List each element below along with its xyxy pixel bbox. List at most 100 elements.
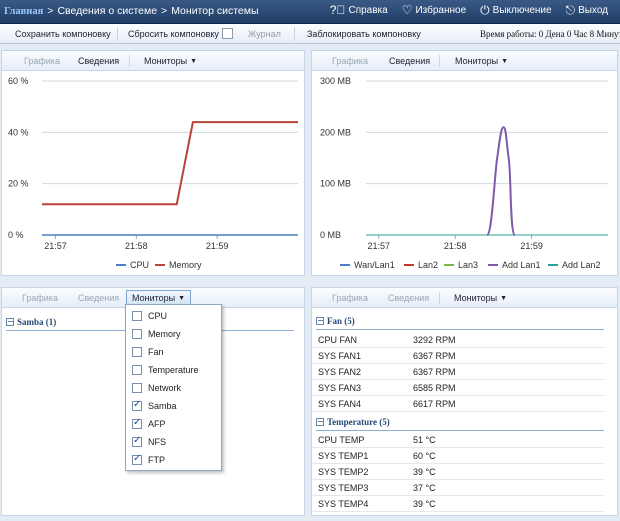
checkbox[interactable] <box>132 311 142 321</box>
panel-tabs: Графика Сведения Мониторы ▼ <box>2 51 304 71</box>
reset-layout-button[interactable]: Сбросить компоновку <box>128 29 219 39</box>
collapse-icon[interactable]: − <box>6 318 14 326</box>
tab-graphics[interactable]: Графика <box>22 293 58 303</box>
tab-monitors-label: Мониторы <box>132 293 176 303</box>
tab-graphics[interactable]: Графика <box>332 293 368 303</box>
panel-tabs: Графика Сведения Мониторы ▼ <box>312 288 617 308</box>
checkbox[interactable] <box>132 399 142 411</box>
favorites-button[interactable]: ♡ Избранное <box>402 4 466 16</box>
tab-monitors[interactable]: Мониторы ▼ <box>454 293 507 303</box>
menu-item-label: NFS <box>148 437 166 447</box>
tab-divider <box>129 55 130 67</box>
breadcrumb-separator: > <box>161 5 168 17</box>
table-row: SYS FAN1 6367 RPM <box>312 348 604 364</box>
journal-checkbox[interactable] <box>222 28 233 39</box>
menu-item-cpu[interactable]: CPU <box>132 307 167 325</box>
menu-item-label: Temperature <box>148 365 199 375</box>
fan-name: SYS FAN1 <box>318 351 362 361</box>
y-tick-label: 0 % <box>8 230 24 240</box>
tab-details[interactable]: Сведения <box>78 56 119 66</box>
fan-value: 3292 RPM <box>413 335 456 345</box>
shutdown-button[interactable]: ⏻ Выключение <box>480 4 551 16</box>
sensor-name: CPU TEMP <box>318 435 365 445</box>
lock-layout-button[interactable]: Заблокировать компоновку <box>307 29 421 39</box>
samba-group-header[interactable]: − Samba (1) <box>6 317 56 327</box>
breadcrumb-separator: > <box>47 5 54 17</box>
exit-label: Выход <box>578 4 608 16</box>
save-layout-button[interactable]: Сохранить компоновку <box>15 29 111 39</box>
chevron-down-icon: ▼ <box>190 57 198 65</box>
checkbox[interactable] <box>132 365 142 375</box>
table-row: CPU FAN 3292 RPM <box>312 332 604 348</box>
series-line-add-lan1 <box>486 126 517 236</box>
checkbox[interactable] <box>132 453 142 465</box>
fan-value: 6367 RPM <box>413 367 456 377</box>
fan-name: SYS FAN2 <box>318 367 362 377</box>
fan-name: SYS FAN4 <box>318 399 362 409</box>
menu-item-samba[interactable]: Samba <box>132 397 177 415</box>
favorites-label: Избранное <box>415 4 467 16</box>
fan-name: SYS FAN3 <box>318 383 362 393</box>
menu-item-memory[interactable]: Memory <box>132 325 181 343</box>
x-tick-label: 21:58 <box>125 241 148 251</box>
menu-item-label: CPU <box>148 311 168 321</box>
tab-monitors[interactable]: Мониторы ▼ <box>455 56 508 66</box>
help-button[interactable]: ?⃝ Справка <box>330 4 388 16</box>
y-tick-label: 0 MB <box>320 230 341 240</box>
sensor-value: 39 °C <box>413 499 436 509</box>
menu-item-ftp[interactable]: FTP <box>132 451 165 469</box>
group-underline <box>316 329 604 330</box>
legend-label: CPU <box>130 260 149 270</box>
journal-button[interactable]: Журнал <box>248 29 281 39</box>
table-row: SYS TEMP2 39 °C <box>312 464 604 480</box>
menu-item-label: Network <box>148 383 182 393</box>
sensor-name: SYS TEMP4 <box>318 499 369 509</box>
menu-item-network[interactable]: Network <box>132 379 181 397</box>
fan-group-header[interactable]: − Fan (5) <box>316 316 355 326</box>
collapse-icon[interactable]: − <box>316 317 324 325</box>
tab-details[interactable]: Сведения <box>389 56 430 66</box>
checkbox[interactable] <box>132 383 142 393</box>
cpu-memory-panel: Графика Сведения Мониторы ▼ 0 % 20 % 40 % 60… <box>1 50 305 276</box>
header-actions: ?⃝ Справка ♡ Избранное ⏻ Выключение ⎋ Выход <box>330 4 608 16</box>
menu-item-label: FTP <box>148 455 165 465</box>
x-tick-label: 21:59 <box>206 241 229 251</box>
tab-details[interactable]: Сведения <box>388 293 429 303</box>
tab-divider <box>439 55 440 67</box>
network-panel: Графика Сведения Мониторы ▼ 0 MB 100 MB 200… <box>311 50 618 276</box>
chevron-down-icon: ▼ <box>178 294 186 302</box>
tab-details[interactable]: Сведения <box>78 293 119 303</box>
breadcrumb-system-info[interactable]: Сведения о системе <box>57 5 157 17</box>
chevron-down-icon: ▼ <box>500 294 508 302</box>
fan-value: 6367 RPM <box>413 351 456 361</box>
sensor-value: 37 °C <box>413 483 436 493</box>
monitors-dropdown-menu: CPU Memory Fan Temperature Network Samba… <box>125 304 222 471</box>
tab-graphics[interactable]: Графика <box>332 56 368 66</box>
checkbox[interactable] <box>132 417 142 429</box>
menu-item-nfs[interactable]: NFS <box>132 433 166 451</box>
temperature-group-header[interactable]: − Temperature (5) <box>316 417 390 427</box>
breadcrumb-system-monitor: Монитор системы <box>171 5 259 17</box>
menu-item-fan[interactable]: Fan <box>132 343 164 361</box>
collapse-icon[interactable]: − <box>316 418 324 426</box>
menu-item-label: Memory <box>148 329 181 339</box>
menu-item-afp[interactable]: AFP <box>132 415 166 433</box>
tab-monitors[interactable]: Мониторы ▼ <box>144 56 197 66</box>
power-icon: ⏻ <box>480 3 490 17</box>
y-tick-label: 40 % <box>8 127 29 137</box>
exit-button[interactable]: ⎋ Выход <box>566 4 608 16</box>
menu-item-label: Samba <box>148 401 177 411</box>
breadcrumb-home[interactable]: Главная <box>4 6 43 17</box>
checkbox[interactable] <box>132 347 142 357</box>
sensor-name: SYS TEMP1 <box>318 451 369 461</box>
x-tick-label: 21:58 <box>444 241 467 251</box>
checkbox[interactable] <box>132 435 142 447</box>
tab-graphics[interactable]: Графика <box>24 56 60 66</box>
uptime-text: Время работы: 0 Дена 0 Час 8 Минут <box>480 29 620 39</box>
toolbar: Сохранить компоновку Сбросить компоновку… <box>0 24 620 44</box>
temperature-group-label: Temperature (5) <box>327 417 390 427</box>
menu-item-temperature[interactable]: Temperature <box>132 361 199 379</box>
fan-value: 6585 RPM <box>413 383 456 393</box>
checkbox[interactable] <box>132 329 142 339</box>
series-line-memory <box>42 121 298 206</box>
